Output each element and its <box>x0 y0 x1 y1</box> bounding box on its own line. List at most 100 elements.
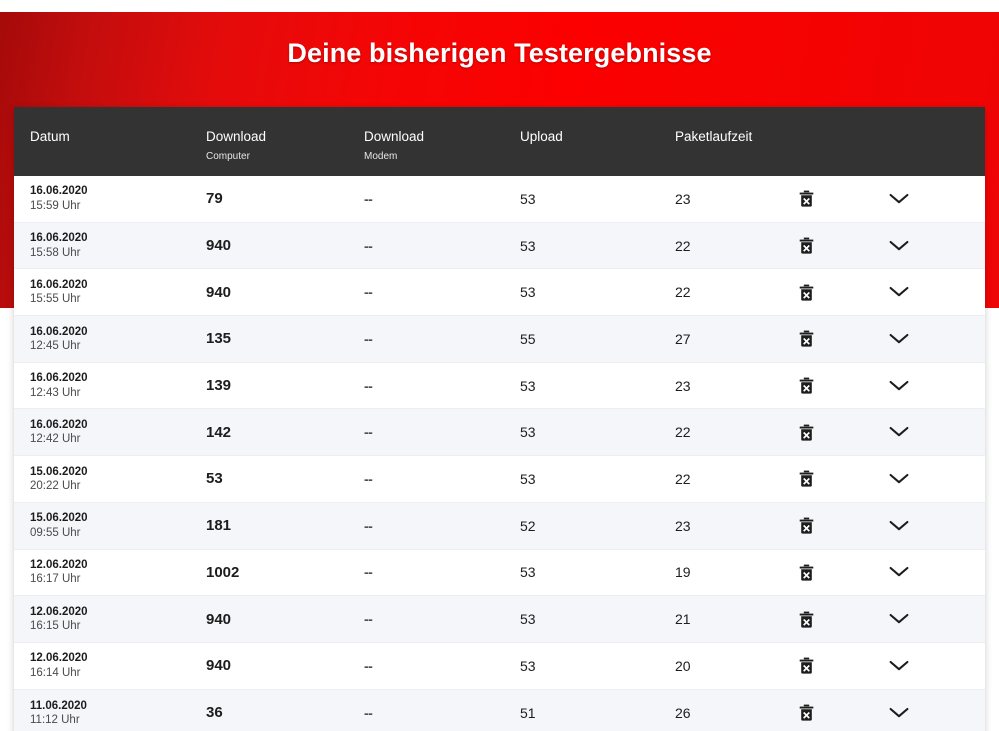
row-upload: 51 <box>520 704 536 721</box>
table-row[interactable]: 16.06.2020 15:55 Uhr 940 -- 53 22 <box>14 269 985 317</box>
row-paketlaufzeit: 23 <box>675 190 691 207</box>
column-header-download-computer: Download Computer <box>206 129 364 162</box>
cell-download-modem: -- <box>364 611 520 627</box>
cell-upload: 53 <box>520 658 675 674</box>
expand-row-button[interactable] <box>889 613 909 625</box>
table-row[interactable]: 16.06.2020 12:43 Uhr 139 -- 53 23 <box>14 362 985 410</box>
cell-upload: 53 <box>520 238 675 254</box>
row-download-modem: -- <box>364 237 373 254</box>
row-download-modem: -- <box>364 330 373 347</box>
cell-download-modem: -- <box>364 705 520 721</box>
expand-row-button[interactable] <box>889 566 909 578</box>
table-row[interactable]: 16.06.2020 12:42 Uhr 142 -- 53 22 <box>14 409 985 457</box>
expand-row-button[interactable] <box>889 520 909 532</box>
cell-paketlaufzeit: 23 <box>675 518 799 534</box>
table-row[interactable]: 12.06.2020 16:17 Uhr 1002 -- 53 19 <box>14 549 985 597</box>
cell-datum: 16.06.2020 12:43 Uhr <box>14 371 206 400</box>
cell-datum: 15.06.2020 20:22 Uhr <box>14 465 206 494</box>
row-paketlaufzeit: 20 <box>675 657 691 674</box>
cell-download-modem: -- <box>364 378 520 394</box>
chevron-down-icon <box>889 380 909 392</box>
row-paketlaufzeit: 22 <box>675 284 691 301</box>
delete-row-button[interactable] <box>799 704 814 722</box>
delete-row-button[interactable] <box>799 237 814 254</box>
chevron-down-icon <box>889 613 909 625</box>
row-download-computer: 142 <box>206 423 232 441</box>
cell-upload: 53 <box>520 284 675 300</box>
row-upload: 53 <box>520 284 536 301</box>
cell-upload: 53 <box>520 378 675 394</box>
cell-upload: 53 <box>520 611 675 627</box>
table-row[interactable]: 16.06.2020 15:58 Uhr 940 -- 53 22 <box>14 222 985 270</box>
cell-download-modem: -- <box>364 424 520 440</box>
cell-delete <box>799 237 889 254</box>
column-header-download-modem-sub: Modem <box>364 150 398 162</box>
delete-row-button[interactable] <box>799 424 814 441</box>
column-header-upload-label: Upload <box>520 129 563 144</box>
row-upload: 53 <box>520 377 536 394</box>
cell-download-modem: -- <box>364 284 520 300</box>
cell-upload: 53 <box>520 564 675 580</box>
row-upload: 53 <box>520 611 536 628</box>
delete-row-button[interactable] <box>799 611 814 628</box>
expand-row-button[interactable] <box>889 660 909 672</box>
delete-row-button[interactable] <box>799 470 814 488</box>
delete-row-button[interactable] <box>799 564 814 581</box>
cell-datum: 16.06.2020 12:42 Uhr <box>14 418 206 447</box>
delete-row-button[interactable] <box>799 377 814 394</box>
table-row[interactable]: 16.06.2020 15:59 Uhr 79 -- 53 23 <box>14 176 985 223</box>
row-upload: 53 <box>520 190 536 207</box>
column-header-datum-label: Datum <box>30 129 70 144</box>
row-upload: 52 <box>520 517 536 534</box>
row-download-modem: -- <box>364 284 373 301</box>
delete-row-button[interactable] <box>799 284 814 301</box>
chevron-down-icon <box>889 707 909 719</box>
table-row[interactable]: 15.06.2020 09:55 Uhr 181 -- 52 23 <box>14 502 985 550</box>
row-download-computer: 139 <box>206 377 232 395</box>
delete-row-button[interactable] <box>799 190 814 207</box>
chevron-down-icon <box>889 520 909 532</box>
expand-row-button[interactable] <box>889 473 909 485</box>
expand-row-button[interactable] <box>889 333 909 345</box>
row-time: 15:58 Uhr <box>30 246 81 259</box>
cell-datum: 16.06.2020 15:59 Uhr <box>14 184 206 213</box>
trash-icon <box>799 377 814 394</box>
cell-paketlaufzeit: 23 <box>675 378 799 394</box>
expand-row-button[interactable] <box>889 286 909 298</box>
row-date: 12.06.2020 <box>30 605 88 618</box>
cell-datum: 12.06.2020 16:17 Uhr <box>14 558 206 587</box>
table-row[interactable]: 12.06.2020 16:15 Uhr 940 -- 53 21 <box>14 596 985 643</box>
cell-paketlaufzeit: 22 <box>675 238 799 254</box>
row-date: 16.06.2020 <box>30 372 88 385</box>
row-time: 12:43 Uhr <box>30 386 81 399</box>
cell-download-modem: -- <box>364 518 520 534</box>
cell-delete <box>799 470 889 488</box>
row-date: 11.06.2020 <box>30 699 87 712</box>
page-root: Deine bisherigen Testergebnisse Datum Do… <box>0 0 999 731</box>
table-row[interactable]: 12.06.2020 16:14 Uhr 940 -- 53 20 <box>14 642 985 690</box>
expand-row-button[interactable] <box>889 707 909 719</box>
cell-download-computer: 36 <box>206 704 364 721</box>
cell-paketlaufzeit: 22 <box>675 471 799 487</box>
table-row[interactable]: 16.06.2020 12:45 Uhr 135 -- 55 27 <box>14 316 985 363</box>
delete-row-button[interactable] <box>799 330 814 348</box>
expand-row-button[interactable] <box>889 240 909 252</box>
row-time: 11:12 Uhr <box>30 713 80 726</box>
row-time: 16:15 Uhr <box>30 620 81 633</box>
delete-row-button[interactable] <box>799 517 814 534</box>
cell-delete <box>799 190 889 207</box>
expand-row-button[interactable] <box>889 193 909 205</box>
trash-icon <box>799 190 814 207</box>
row-upload: 53 <box>520 424 536 441</box>
delete-row-button[interactable] <box>799 657 814 674</box>
column-header-paketlaufzeit-label: Paketlaufzeit <box>675 129 753 144</box>
expand-row-button[interactable] <box>889 426 909 438</box>
expand-row-button[interactable] <box>889 380 909 392</box>
table-row[interactable]: 15.06.2020 20:22 Uhr 53 -- 53 22 <box>14 456 985 503</box>
cell-paketlaufzeit: 20 <box>675 658 799 674</box>
cell-download-modem: -- <box>364 238 520 254</box>
cell-download-modem: -- <box>364 564 520 580</box>
table-row[interactable]: 11.06.2020 11:12 Uhr 36 -- 51 26 <box>14 689 985 731</box>
row-paketlaufzeit: 23 <box>675 377 691 394</box>
row-download-computer: 53 <box>206 470 223 488</box>
